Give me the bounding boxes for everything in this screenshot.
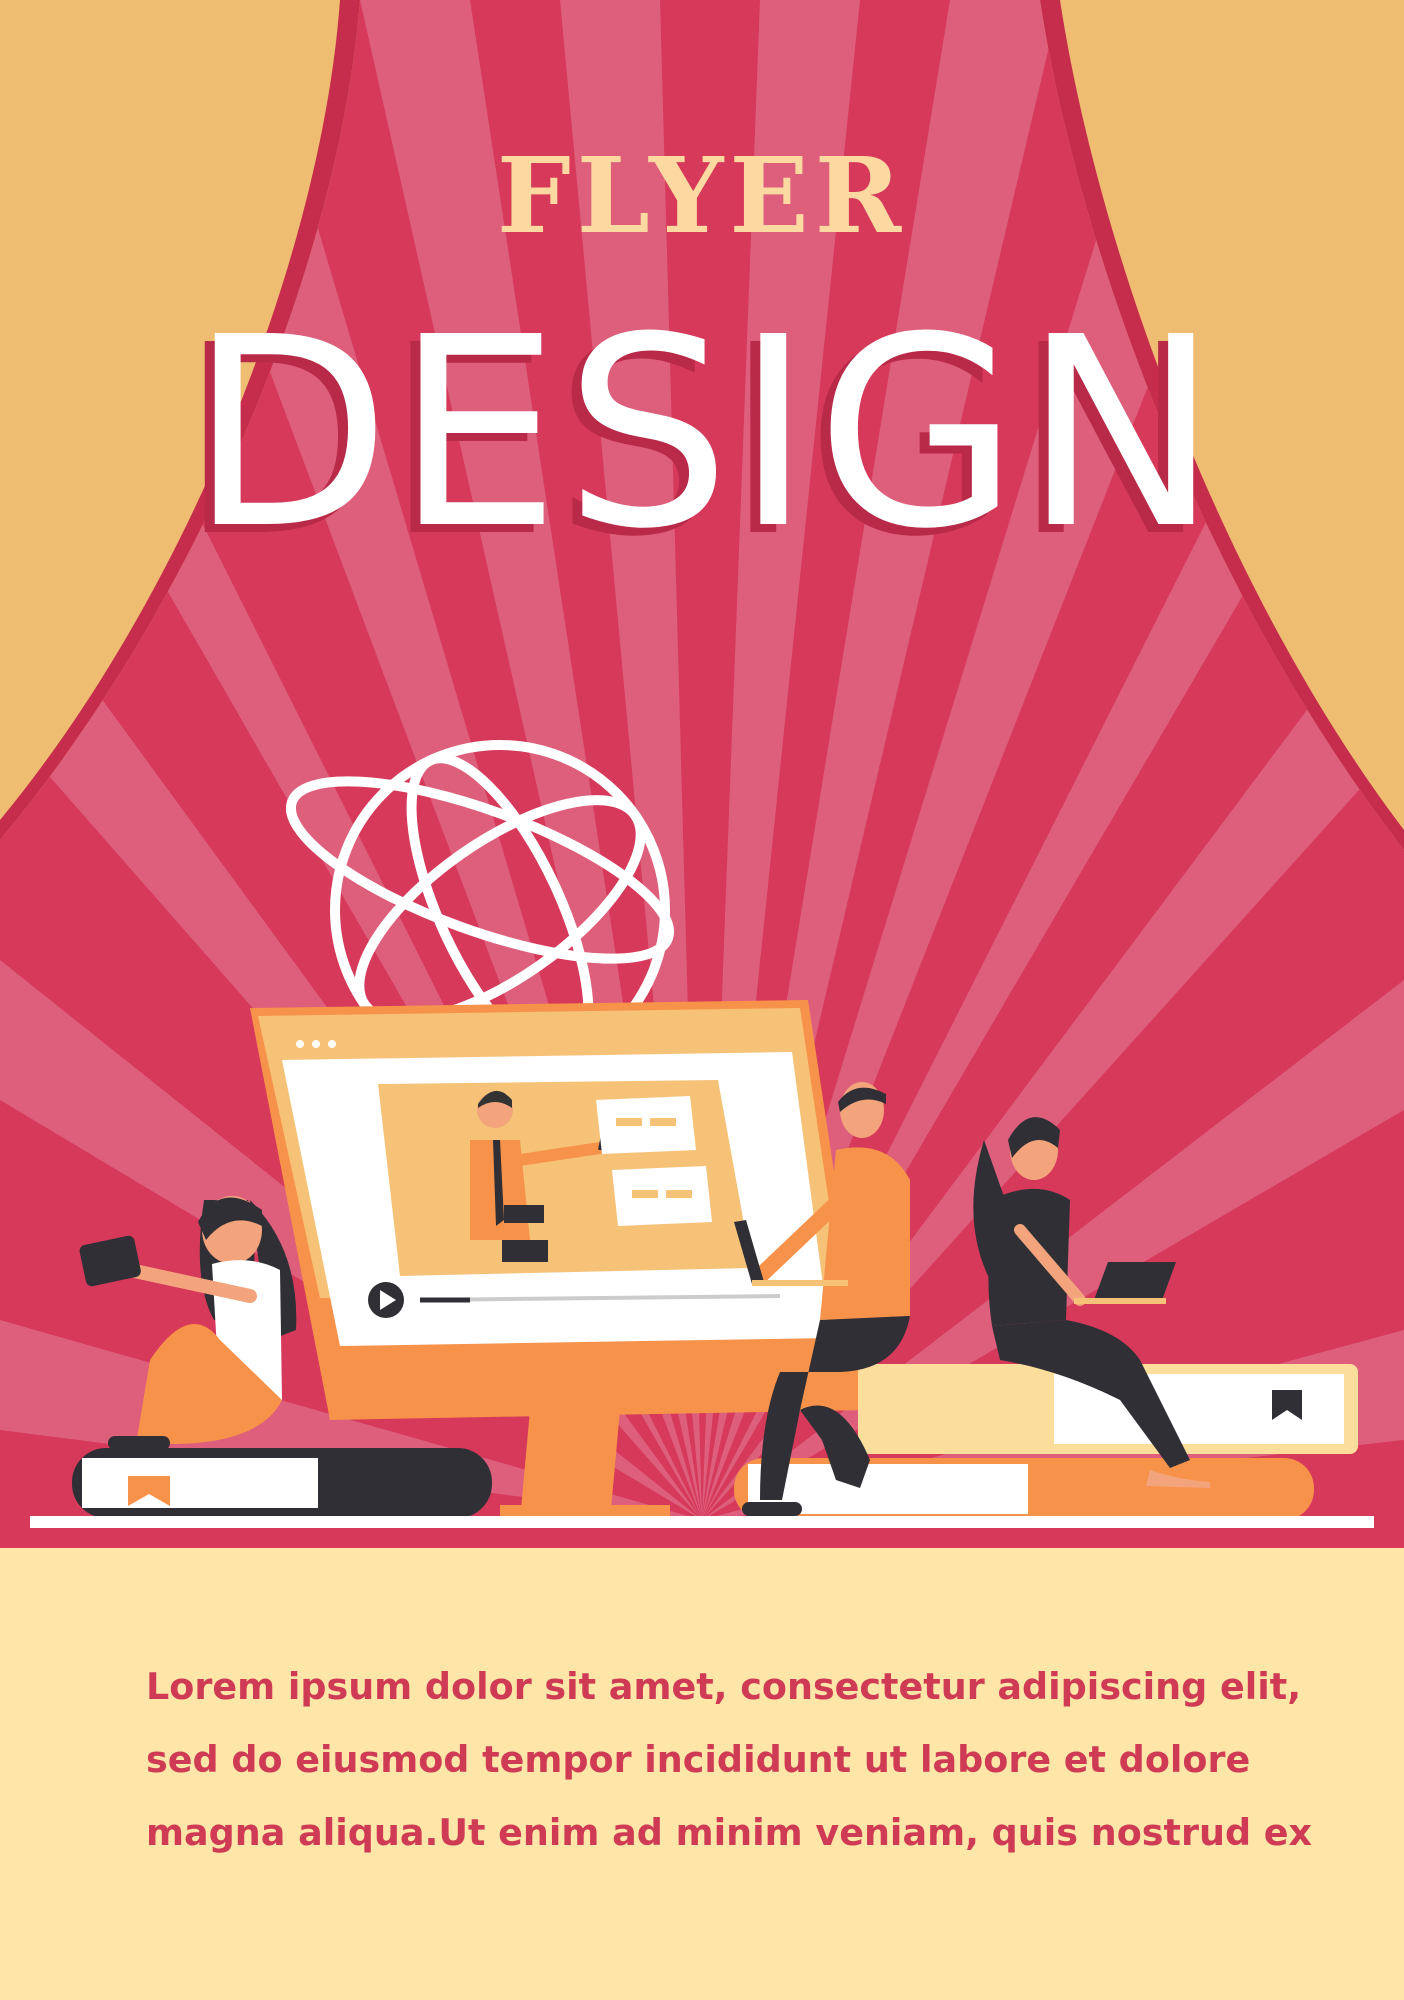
body-line-3: magna aliqua.Ut enim ad minim veniam, qu…: [146, 1811, 1313, 1854]
flyer: FLYER DESIGN DESIGN Lorem ipsum dolor si…: [0, 0, 1404, 2000]
design-title: DESIGN: [189, 281, 1223, 586]
body-line-1: Lorem ipsum dolor sit amet, consectetur …: [146, 1665, 1302, 1708]
stage-floor: [30, 1516, 1374, 1528]
laptop-icon: [1094, 1262, 1176, 1300]
illustration: FLYER DESIGN DESIGN: [0, 0, 1404, 1548]
flyer-kicker: FLYER: [497, 134, 907, 257]
book-left: [72, 1448, 492, 1518]
body-line-2: sed do eiusmod tempor incididunt ut labo…: [146, 1738, 1251, 1781]
play-icon[interactable]: [368, 1282, 404, 1318]
monitor-stand: [520, 1410, 620, 1520]
body-text: Lorem ipsum dolor sit amet, consectetur …: [146, 1650, 1313, 1869]
